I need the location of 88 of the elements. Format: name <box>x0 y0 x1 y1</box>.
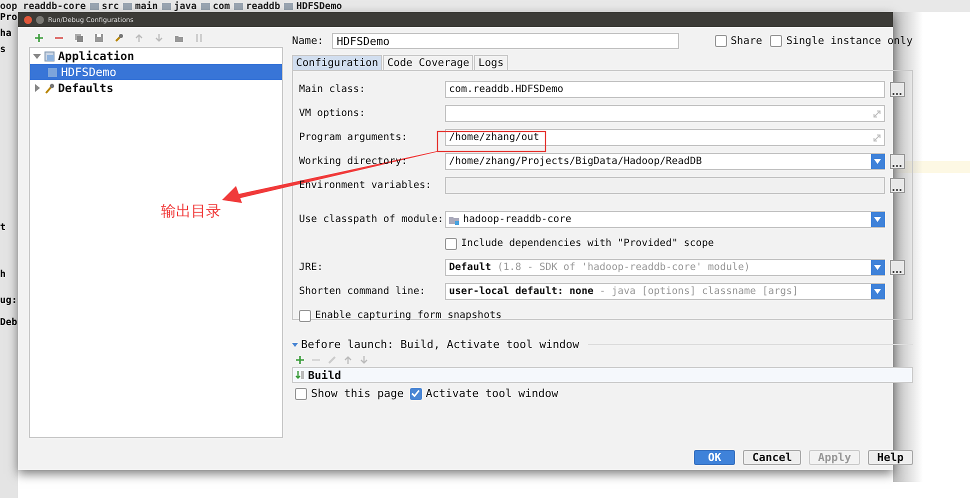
application-icon <box>44 50 55 62</box>
ellipsis-icon <box>892 164 902 168</box>
breadcrumb[interactable]: src <box>90 0 119 12</box>
breadcrumb[interactable]: readdb <box>234 0 280 12</box>
input-field[interactable] <box>445 177 885 194</box>
breadcrumb[interactable]: main <box>122 0 158 12</box>
dropdown-field[interactable]: /home/zhang/Projects/BigData/Hadoop/ReadDB <box>445 153 885 170</box>
close-button[interactable] <box>24 16 32 24</box>
breadcrumb[interactable]: com <box>200 0 230 12</box>
field-label: Environment variables: <box>299 180 432 191</box>
checkbox[interactable] <box>295 388 307 400</box>
add-icon[interactable] <box>295 355 305 365</box>
cut-text: ug: <box>0 295 18 306</box>
input-field[interactable]: /home/zhang/out <box>445 129 885 146</box>
expand-icon[interactable] <box>872 110 881 118</box>
tab[interactable]: Code Coverage <box>383 55 474 70</box>
pencil-icon[interactable] <box>327 355 337 365</box>
tab[interactable]: Logs <box>474 55 508 70</box>
cut-text: Pro <box>0 12 18 23</box>
dropdown-arrow-icon[interactable] <box>874 159 882 164</box>
tree-item[interactable]: Defaults <box>30 80 282 96</box>
dropdown-arrow-icon[interactable] <box>874 289 882 294</box>
input-field[interactable] <box>445 105 885 122</box>
checkbox[interactable] <box>445 238 457 250</box>
cut-text: ha <box>0 28 12 39</box>
dialog-button[interactable]: Cancel <box>743 450 802 465</box>
checkbox-label[interactable]: Single instance only <box>786 35 913 47</box>
breadcrumb[interactable]: oop readdb-core <box>0 0 86 12</box>
dropdown-arrow-icon[interactable] <box>874 217 882 222</box>
wrench-icon[interactable] <box>114 33 124 43</box>
name-label: Name: <box>292 35 324 47</box>
dropdown-field[interactable]: Default (1.8 - SDK of 'hadoop-readdb-core' module) <box>445 259 885 276</box>
dropdown-field[interactable]: user-local default: none - java [options] classname [args] <box>445 283 885 300</box>
input-field[interactable]: com.readdb.HDFSDemo <box>445 81 885 98</box>
expand-icon[interactable] <box>872 134 881 142</box>
down-arrow-icon[interactable] <box>154 33 164 43</box>
add-icon[interactable] <box>34 33 44 43</box>
browse-button[interactable] <box>890 154 905 169</box>
wrench-icon <box>44 82 55 94</box>
field-label: Shorten command line: <box>299 286 426 297</box>
name-field[interactable]: HDFSDemo <box>332 33 679 49</box>
copy-icon[interactable] <box>74 33 84 43</box>
tree-item[interactable]: HDFSDemo <box>30 64 282 80</box>
breadcrumb[interactable]: java <box>162 0 197 12</box>
dialog-button[interactable]: Help <box>868 450 913 465</box>
dropdown-field[interactable]: hadoop-readdb-core <box>445 211 885 228</box>
tree-item[interactable]: Application <box>30 48 282 64</box>
checkbox[interactable] <box>299 310 311 322</box>
cut-text: h <box>0 269 6 280</box>
browse-button[interactable] <box>890 260 905 275</box>
field-label: JRE: <box>299 262 324 273</box>
breadcrumb[interactable]: HDFSDemo <box>284 0 342 12</box>
checkbox-label[interactable]: Include dependencies with "Provided" scope <box>461 238 714 249</box>
ellipsis-icon <box>892 92 902 96</box>
build-icon <box>295 370 305 380</box>
browse-button[interactable] <box>890 82 905 97</box>
expanded-arrow-icon[interactable] <box>292 342 298 348</box>
checkbox[interactable] <box>770 35 782 47</box>
checkbox-label[interactable]: Share <box>730 35 762 47</box>
checkbox-label[interactable]: Activate tool window <box>426 387 558 400</box>
class-icon <box>47 66 58 78</box>
field-label: Use classpath of module: <box>299 214 444 225</box>
tab[interactable]: Configuration <box>292 55 382 70</box>
up-arrow-icon[interactable] <box>134 33 144 43</box>
up-arrow-icon[interactable] <box>343 355 353 365</box>
annotation-text: 输出目录 <box>161 202 221 221</box>
minimize-button[interactable] <box>36 16 44 24</box>
field-label: Main class: <box>299 84 366 95</box>
task-row[interactable]: Build <box>292 367 913 383</box>
browse-button[interactable] <box>890 178 905 193</box>
save-icon[interactable] <box>94 33 104 43</box>
cut-text: s <box>0 44 6 55</box>
module-icon <box>449 214 459 224</box>
down-arrow-icon[interactable] <box>359 355 369 365</box>
checkbox[interactable] <box>714 35 727 47</box>
checkbox[interactable] <box>410 388 422 400</box>
section-title: Before launch: Build, Activate tool window <box>301 338 580 351</box>
cut-text: t <box>0 222 6 233</box>
ellipsis-icon <box>892 188 902 192</box>
dropdown-arrow-icon[interactable] <box>874 265 882 270</box>
check-icon <box>411 389 420 398</box>
field-label: VM options: <box>299 108 366 119</box>
field-label: Program arguments: <box>299 132 408 143</box>
ok-button[interactable]: OK <box>694 450 736 465</box>
ellipsis-icon <box>892 270 902 274</box>
cut-text: Deb <box>0 317 18 328</box>
checkbox-label[interactable]: Show this page <box>311 387 404 400</box>
checkbox-label[interactable]: Enable capturing form snapshots <box>315 310 502 321</box>
